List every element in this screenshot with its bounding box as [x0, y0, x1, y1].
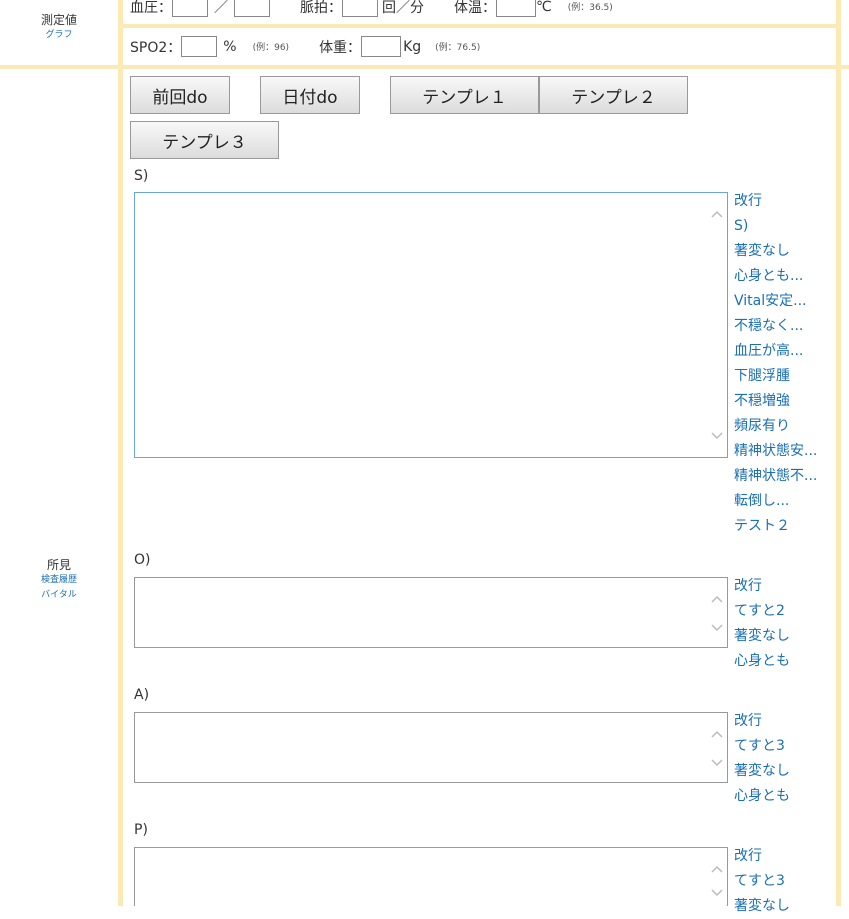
phrase-link[interactable]: 改行 [734, 574, 790, 599]
phrase-link[interactable]: 改行 [734, 709, 790, 734]
phrase-link[interactable]: てすと2 [734, 599, 790, 624]
measure-label-cell: 測定値 グラフ [0, 11, 118, 43]
spo2-input[interactable] [181, 36, 218, 57]
phrase-link[interactable]: 血圧が高... [734, 339, 817, 364]
phrase-link[interactable]: てすと3 [734, 869, 790, 894]
bp-separator: ／ [214, 0, 228, 16]
scroll-up-icon[interactable] [711, 729, 723, 739]
a-textarea[interactable] [134, 712, 728, 783]
template2-button[interactable]: テンプレ２ [539, 76, 688, 114]
divider-measure [0, 65, 849, 69]
p-label: P) [134, 822, 148, 838]
weight-unit: Kg [403, 38, 422, 55]
p-phrase-list: 改行 てすと3 著変なし [734, 844, 790, 919]
phrase-link[interactable]: 改行 [734, 844, 790, 869]
s-phrase-list: 改行 S) 著変なし 心身とも... Vital安定... 不穏なく... 血圧… [734, 189, 817, 539]
scroll-down-icon[interactable] [711, 758, 723, 768]
phrase-link[interactable]: 改行 [734, 189, 817, 214]
o-phrase-list: 改行 てすと2 著変なし 心身とも [734, 574, 790, 674]
spo2-example: (例：96) [252, 43, 290, 53]
phrase-link[interactable]: 精神状態安... [734, 439, 817, 464]
scroll-down-icon[interactable] [711, 431, 723, 441]
weight-label: 体重： [319, 39, 362, 56]
template1-button[interactable]: テンプレ１ [390, 76, 539, 114]
pulse-label: 脈拍： [300, 0, 342, 16]
pulse-input[interactable] [342, 0, 378, 17]
phrase-link[interactable]: 不穏増強 [734, 389, 817, 414]
divider-right [836, 0, 841, 906]
scroll-up-icon[interactable] [711, 209, 723, 219]
spo2-unit: % [223, 38, 237, 55]
scroll-down-icon[interactable] [711, 623, 723, 633]
phrase-link[interactable]: てすと3 [734, 734, 790, 759]
bp-label: 血圧： [130, 0, 172, 16]
bp-diastolic-input[interactable] [234, 0, 270, 17]
o-label: O) [134, 552, 151, 568]
measure-label: 測定値 [40, 13, 77, 27]
vital-link[interactable]: バイタル [0, 588, 118, 603]
prev-do-button[interactable]: 前回do [130, 76, 230, 114]
pulse-unit: 回／分 [382, 0, 424, 16]
vitals-row-2: SPO2： % (例：96) 体重： Kg (例：76.5) [130, 36, 480, 57]
phrase-link[interactable]: 心身とも... [734, 264, 817, 289]
phrase-link[interactable]: 精神状態不... [734, 464, 817, 489]
findings-label-cell: 所見 検査履歴 バイタル [0, 556, 118, 603]
phrase-link[interactable]: テスト２ [734, 514, 817, 539]
temp-input[interactable] [496, 0, 536, 17]
phrase-link[interactable]: 頻尿有り [734, 414, 817, 439]
findings-label: 所見 [46, 558, 71, 572]
phrase-link[interactable]: 著変なし [734, 624, 790, 649]
a-label: A) [134, 687, 150, 703]
date-do-button[interactable]: 日付do [260, 76, 360, 114]
s-textarea[interactable] [134, 192, 728, 458]
a-phrase-list: 改行 てすと3 著変なし 心身とも [734, 709, 790, 809]
scroll-down-icon[interactable] [711, 888, 723, 898]
temp-example: (例：36.5) [567, 3, 613, 13]
weight-input[interactable] [361, 36, 402, 57]
vitals-row-1: 血圧： ／ 脈拍： 回／分 体温： ℃ (例：36.5) [130, 0, 613, 17]
exam-history-link[interactable]: 検査履歴 [0, 573, 118, 588]
temp-label: 体温： [454, 0, 496, 16]
bp-systolic-input[interactable] [172, 0, 208, 17]
spo2-label: SPO2： [130, 39, 182, 56]
weight-example: (例：76.5) [435, 43, 481, 53]
scroll-up-icon[interactable] [711, 864, 723, 874]
phrase-link[interactable]: 著変なし [734, 239, 817, 264]
divider-left [118, 0, 123, 906]
s-label: S) [134, 168, 149, 184]
phrase-link[interactable]: Vital安定... [734, 289, 817, 314]
phrase-link[interactable]: 心身とも [734, 784, 790, 809]
phrase-link[interactable]: 不穏なく... [734, 314, 817, 339]
phrase-link[interactable]: S) [734, 214, 817, 239]
divider-row1 [122, 24, 836, 28]
template3-button[interactable]: テンプレ３ [130, 121, 279, 159]
temp-unit: ℃ [536, 0, 552, 15]
scroll-up-icon[interactable] [711, 594, 723, 604]
phrase-link[interactable]: 下腿浮腫 [734, 364, 817, 389]
phrase-link[interactable]: 転倒し... [734, 489, 817, 514]
phrase-link[interactable]: 著変なし [734, 894, 790, 919]
o-textarea[interactable] [134, 577, 728, 648]
phrase-link[interactable]: 著変なし [734, 759, 790, 784]
graph-link[interactable]: グラフ [0, 28, 118, 43]
phrase-link[interactable]: 心身とも [734, 649, 790, 674]
p-textarea[interactable] [134, 847, 728, 906]
